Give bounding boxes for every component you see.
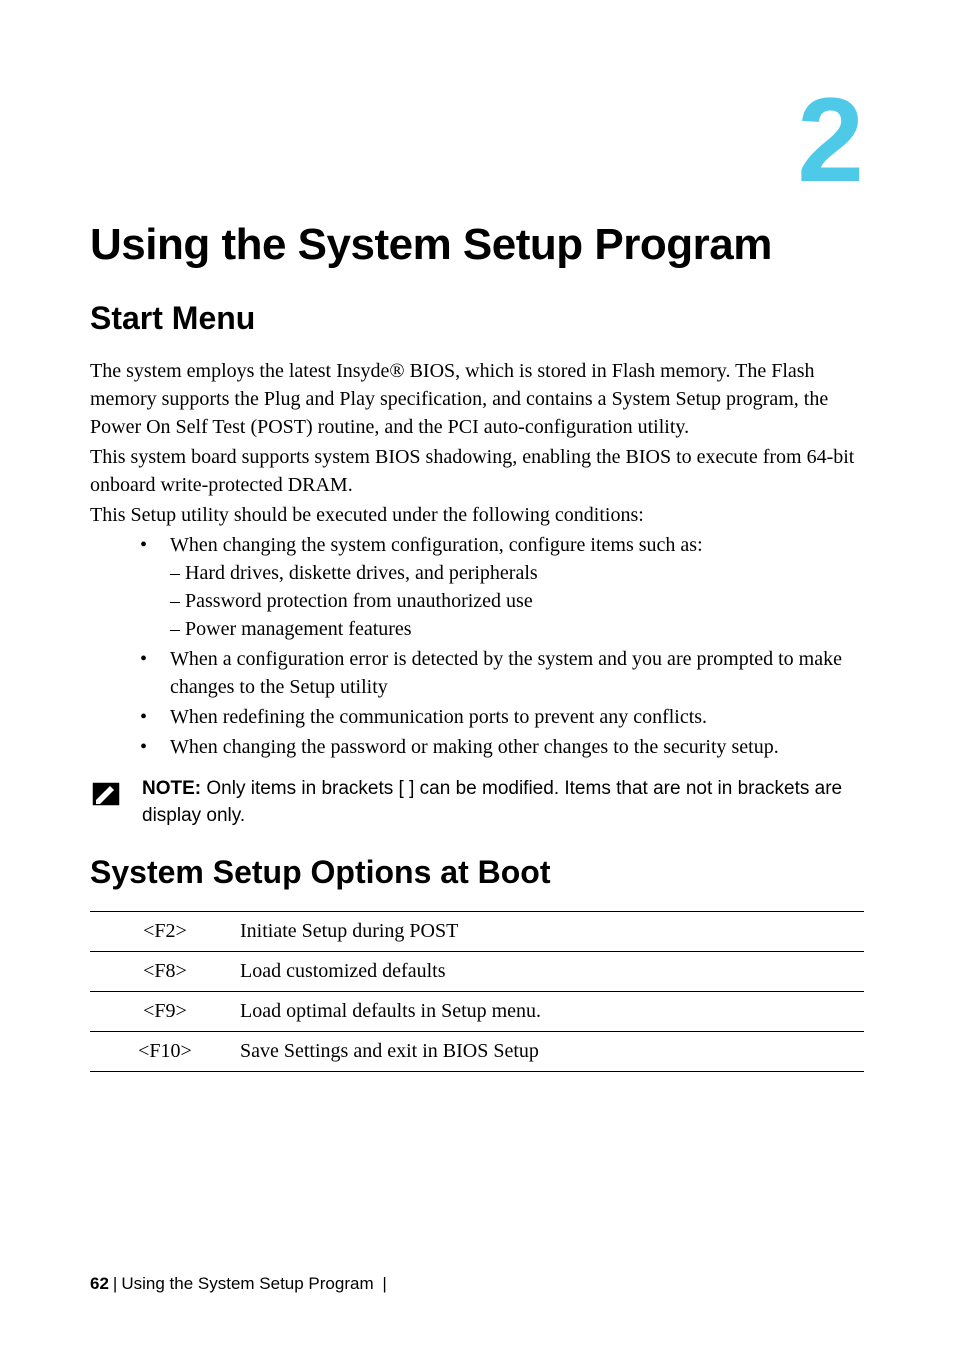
footer-page-number: 62: [90, 1274, 109, 1293]
desc-cell: Save Settings and exit in BIOS Setup: [240, 1032, 864, 1072]
note-body: Only items in brackets [ ] can be modifi…: [142, 778, 842, 826]
list-item: When changing the password or making oth…: [140, 733, 864, 761]
page-footer: 62|Using the System Setup Program |: [90, 1274, 391, 1294]
start-menu-para-3: This Setup utility should be executed un…: [90, 501, 864, 529]
key-cell: <F2>: [90, 912, 240, 952]
desc-cell: Initiate Setup during POST: [240, 912, 864, 952]
table-row: <F2> Initiate Setup during POST: [90, 912, 864, 952]
list-item: When a configuration error is detected b…: [140, 645, 864, 701]
key-cell: <F9>: [90, 992, 240, 1032]
bullet-text: When a configuration error is detected b…: [170, 648, 842, 698]
list-item: When changing the system configuration, …: [140, 531, 864, 643]
boot-options-table: <F2> Initiate Setup during POST <F8> Loa…: [90, 911, 864, 1072]
key-cell: <F8>: [90, 952, 240, 992]
start-menu-para-2: This system board supports system BIOS s…: [90, 443, 864, 499]
table-row: <F9> Load optimal defaults in Setup menu…: [90, 992, 864, 1032]
note-block: NOTE: Only items in brackets [ ] can be …: [90, 776, 864, 829]
key-cell: <F10>: [90, 1032, 240, 1072]
desc-cell: Load customized defaults: [240, 952, 864, 992]
pencil-icon: [90, 780, 122, 813]
section-boot-options-title: System Setup Options at Boot: [90, 854, 864, 891]
section-start-menu-title: Start Menu: [90, 300, 864, 337]
bullet-sub-text: – Hard drives, diskette drives, and peri…: [170, 559, 864, 587]
bullet-sub-text: – Password protection from unauthorized …: [170, 587, 864, 615]
bullet-text: When redefining the communication ports …: [170, 706, 707, 728]
list-item: When redefining the communication ports …: [140, 703, 864, 731]
desc-cell: Load optimal defaults in Setup menu.: [240, 992, 864, 1032]
start-menu-para-1: The system employs the latest Insyde® BI…: [90, 357, 864, 441]
note-text: NOTE: Only items in brackets [ ] can be …: [142, 776, 864, 829]
conditions-list: When changing the system configuration, …: [140, 531, 864, 761]
bullet-text: When changing the password or making oth…: [170, 736, 779, 758]
bullet-sub-text: – Power management features: [170, 615, 864, 643]
footer-title: Using the System Setup Program: [121, 1274, 373, 1293]
chapter-number: 2: [90, 80, 864, 200]
table-row: <F8> Load customized defaults: [90, 952, 864, 992]
footer-separator: |: [113, 1274, 117, 1293]
footer-separator: |: [378, 1274, 387, 1293]
chapter-title: Using the System Setup Program: [90, 220, 864, 270]
note-label: NOTE:: [142, 778, 201, 799]
table-row: <F10> Save Settings and exit in BIOS Set…: [90, 1032, 864, 1072]
bullet-text: When changing the system configuration, …: [170, 534, 703, 556]
